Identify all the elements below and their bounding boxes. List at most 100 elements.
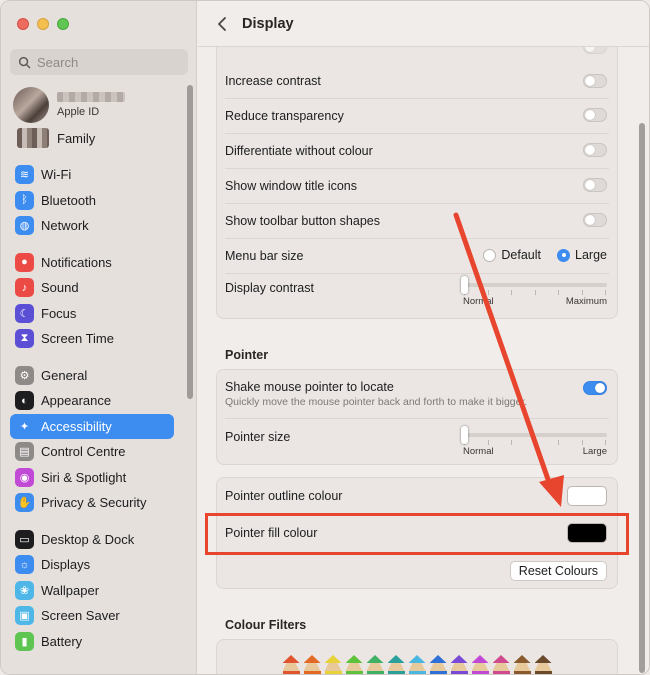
menu-bar-size-label: Menu bar size	[225, 248, 304, 263]
shake-pointer-row: Shake mouse pointer to locate Quickly mo…	[217, 370, 617, 418]
pointer-section-title: Pointer	[225, 348, 269, 362]
sidebar-item-label: Wallpaper	[41, 582, 100, 598]
sidebar-scrollbar[interactable]	[187, 85, 193, 399]
siri-icon: ◉	[15, 467, 34, 487]
sidebar-item-appearance[interactable]: ◐ Appearance	[10, 388, 174, 414]
wifi-icon: ≋	[15, 165, 34, 185]
main-pane: Display Increase contrast Reduce transpa…	[198, 1, 649, 674]
hand-icon: ✋	[15, 493, 34, 513]
slider-track[interactable]	[461, 426, 607, 444]
sidebar-item-control-centre[interactable]: ▤ Control Centre	[10, 439, 174, 465]
increase-contrast-row: Increase contrast	[217, 64, 617, 98]
window-title-icons-row: Show window title icons	[217, 168, 617, 203]
sidebar-item-siri-spotlight[interactable]: ◉ Siri & Spotlight	[10, 465, 174, 491]
control-centre-icon: ▤	[15, 442, 34, 462]
radio-large-dot[interactable]	[557, 248, 571, 262]
pencil-image	[492, 655, 510, 674]
pencil-image	[429, 655, 447, 674]
search-input[interactable]	[37, 54, 177, 70]
family-item[interactable]: Family	[17, 127, 95, 149]
pointer-size-slider[interactable]: Normal Large	[461, 425, 607, 457]
reduce-transparency-toggle[interactable]	[583, 108, 607, 122]
outline-colour-label: Pointer outline colour	[225, 489, 343, 503]
network-icon: ◍	[15, 216, 34, 236]
accessibility-icon: ✦	[15, 416, 34, 436]
pencil-image	[282, 655, 300, 674]
radio-large-label: Large	[575, 248, 607, 262]
colour-filter-preview	[217, 653, 617, 674]
outline-colour-swatch[interactable]	[567, 486, 607, 506]
sidebar-item-label: Focus	[41, 305, 77, 321]
pencil-image	[471, 655, 489, 674]
sidebar-item-privacy-security[interactable]: ✋ Privacy & Security	[10, 490, 174, 516]
slider-track[interactable]	[461, 276, 607, 294]
main-scrollbar[interactable]	[639, 123, 645, 673]
slider-knob[interactable]	[461, 276, 468, 294]
sidebar-item-general[interactable]: ⚙ General	[10, 363, 174, 389]
colour-filters-section-title: Colour Filters	[225, 618, 307, 632]
sidebar-item-wallpaper[interactable]: ❀ Wallpaper	[10, 578, 174, 604]
sidebar-item-focus[interactable]: ☾ Focus	[10, 301, 174, 327]
sidebar-item-battery[interactable]: ▮ Battery	[10, 629, 174, 655]
apple-id-label: Apple ID	[57, 106, 100, 118]
search-icon	[18, 56, 31, 68]
apple-id-account[interactable]: Apple ID	[13, 87, 125, 123]
sidebar-item-wi-fi[interactable]: ≋ Wi-Fi	[10, 162, 174, 188]
toolbar-shapes-label: Show toolbar button shapes	[225, 213, 380, 228]
sidebar-item-network[interactable]: ◍ Network	[10, 213, 174, 239]
sidebar-item-label: Battery	[41, 633, 83, 649]
gear-icon: ⚙	[15, 365, 34, 385]
window-title-icons-label: Show window title icons	[225, 178, 358, 193]
sidebar-item-label: Desktop & Dock	[41, 531, 135, 547]
minimize-button[interactable]	[37, 18, 49, 30]
pencil-image	[450, 655, 468, 674]
sidebar-nav: ≋ Wi-Fi ᛒ Bluetooth ◍ Network ● Notifications ♪ S…	[10, 162, 174, 665]
window-title-icons-toggle[interactable]	[583, 178, 607, 192]
bluetooth-icon: ᛒ	[15, 190, 34, 210]
shake-pointer-toggle[interactable]	[583, 381, 607, 395]
settings-window: Apple ID Family ≋ Wi-Fi ᛒ Bluetooth ◍ Network…	[0, 0, 650, 675]
highlight-box	[205, 513, 629, 555]
radio-default[interactable]: Default	[483, 248, 541, 262]
radio-large[interactable]: Large	[557, 248, 607, 262]
sidebar-item-label: Bluetooth	[41, 192, 96, 208]
slider-ticks	[463, 440, 607, 445]
sidebar-item-label: Siri & Spotlight	[41, 469, 127, 485]
display-contrast-slider[interactable]: Normal Maximum	[461, 275, 607, 307]
pencil-image	[345, 655, 363, 674]
radio-default-dot[interactable]	[483, 248, 497, 262]
pencil-image	[534, 655, 552, 674]
sidebar-item-screen-saver[interactable]: ▣ Screen Saver	[10, 603, 174, 629]
chevron-left-icon	[218, 16, 226, 31]
search-field[interactable]	[10, 49, 188, 75]
menu-bar-size-options: Default Large	[483, 248, 607, 262]
sidebar-group: ≋ Wi-Fi ᛒ Bluetooth ◍ Network	[10, 162, 174, 239]
reset-colours-button[interactable]: Reset Colours	[509, 561, 607, 581]
sidebar-item-label: Sound	[41, 280, 79, 296]
sidebar-item-displays[interactable]: ☼ Displays	[10, 552, 174, 578]
sidebar-item-notifications[interactable]: ● Notifications	[10, 250, 174, 276]
increase-contrast-toggle[interactable]	[583, 74, 607, 88]
slider-min-label: Normal	[463, 446, 494, 457]
slider-knob[interactable]	[461, 426, 468, 444]
toolbar-shapes-toggle[interactable]	[583, 213, 607, 227]
screen-time-icon: ⧗	[15, 329, 34, 349]
sidebar-item-screen-time[interactable]: ⧗ Screen Time	[10, 326, 174, 352]
window-controls	[17, 18, 69, 30]
differentiate-toggle[interactable]	[583, 143, 607, 157]
sidebar-group: ⚙ General ◐ Appearance ✦ Accessibility ▤ Contro…	[10, 363, 174, 516]
sidebar-item-label: Privacy & Security	[41, 495, 147, 511]
sidebar-item-label: Accessibility	[41, 418, 112, 434]
sidebar-item-accessibility[interactable]: ✦ Accessibility	[10, 413, 174, 439]
sidebar-item-label: Notifications	[41, 254, 112, 270]
sidebar-item-bluetooth[interactable]: ᛒ Bluetooth	[10, 188, 174, 214]
sidebar-item-label: Screen Time	[41, 331, 114, 347]
slider-max-label: Large	[582, 446, 607, 457]
close-button[interactable]	[17, 18, 29, 30]
back-button[interactable]	[212, 14, 232, 34]
sidebar-item-sound[interactable]: ♪ Sound	[10, 275, 174, 301]
focus-icon: ☾	[15, 303, 34, 323]
screen-saver-icon: ▣	[15, 606, 34, 626]
zoom-button[interactable]	[57, 18, 69, 30]
sidebar-item-desktop-dock[interactable]: ▭ Desktop & Dock	[10, 527, 174, 553]
